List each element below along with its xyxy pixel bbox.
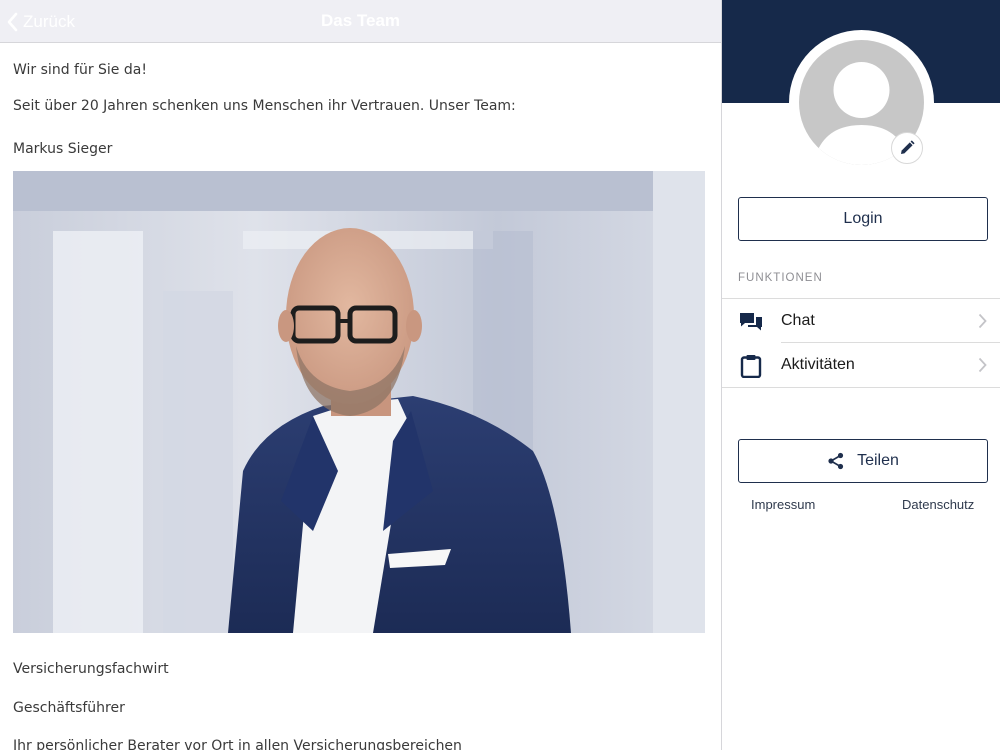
- menu-item-label: Chat: [781, 312, 815, 329]
- divider: [722, 387, 1000, 388]
- qualification-text: Versicherungsfachwirt: [13, 661, 169, 677]
- chevron-right-icon: [978, 357, 987, 373]
- sidebar: Login FUNKTIONEN Chat Aktivitäten Teilen…: [722, 0, 1000, 750]
- chat-icon: [740, 313, 762, 331]
- menu-item-activities[interactable]: Aktivitäten: [722, 343, 1000, 387]
- login-button[interactable]: Login: [738, 197, 988, 241]
- navigation-bar: Zurück Das Team: [0, 0, 721, 43]
- privacy-link[interactable]: Datenschutz: [902, 497, 974, 512]
- description-text: Ihr persönlicher Berater vor Ort in alle…: [13, 738, 462, 750]
- share-icon: [828, 452, 844, 470]
- section-title: FUNKTIONEN: [738, 272, 823, 284]
- content-pane: Zurück Das Team Wir sind für Sie da! Sei…: [0, 0, 721, 750]
- chevron-right-icon: [978, 313, 987, 329]
- menu-item-chat[interactable]: Chat: [722, 299, 1000, 343]
- share-label: Teilen: [857, 452, 899, 469]
- intro-text: Seit über 20 Jahren schenken uns Mensche…: [13, 98, 516, 114]
- greeting-text: Wir sind für Sie da!: [13, 62, 147, 78]
- imprint-link[interactable]: Impressum: [751, 497, 815, 512]
- clipboard-icon: [740, 355, 762, 378]
- pencil-icon: [901, 140, 915, 154]
- edit-avatar-button[interactable]: [891, 132, 923, 164]
- person-name: Markus Sieger: [13, 141, 113, 157]
- position-text: Geschäftsführer: [13, 700, 125, 716]
- team-member-photo: [13, 171, 705, 633]
- menu-item-label: Aktivitäten: [781, 356, 855, 373]
- login-label: Login: [843, 210, 883, 227]
- page-title: Das Team: [320, 11, 401, 30]
- share-button[interactable]: Teilen: [738, 439, 988, 483]
